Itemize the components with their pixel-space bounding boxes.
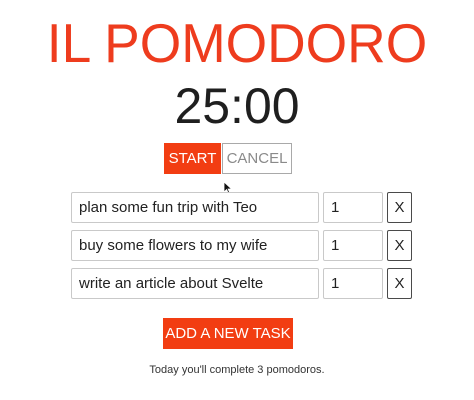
pomodoro-count-input[interactable] xyxy=(323,268,383,299)
pomodoro-summary: Today you'll complete 3 pomodoros. xyxy=(149,364,325,376)
pomodoro-count-input[interactable] xyxy=(323,192,383,223)
app-title: IL POMODORO xyxy=(46,12,428,74)
start-button[interactable]: START xyxy=(164,143,221,174)
add-task-button[interactable]: ADD A NEW TASK xyxy=(163,318,293,349)
cancel-button[interactable]: CANCEL xyxy=(222,143,292,174)
task-name-input[interactable] xyxy=(71,268,319,299)
timer-display: 25:00 xyxy=(174,78,300,134)
task-name-input[interactable] xyxy=(71,230,319,261)
pomodoro-count-input[interactable] xyxy=(323,230,383,261)
task-row: X xyxy=(71,230,413,261)
remove-task-button[interactable]: X xyxy=(387,230,412,261)
remove-task-button[interactable]: X xyxy=(387,268,412,299)
task-row: X xyxy=(71,192,413,223)
task-row: X xyxy=(71,268,413,299)
task-name-input[interactable] xyxy=(71,192,319,223)
remove-task-button[interactable]: X xyxy=(387,192,412,223)
